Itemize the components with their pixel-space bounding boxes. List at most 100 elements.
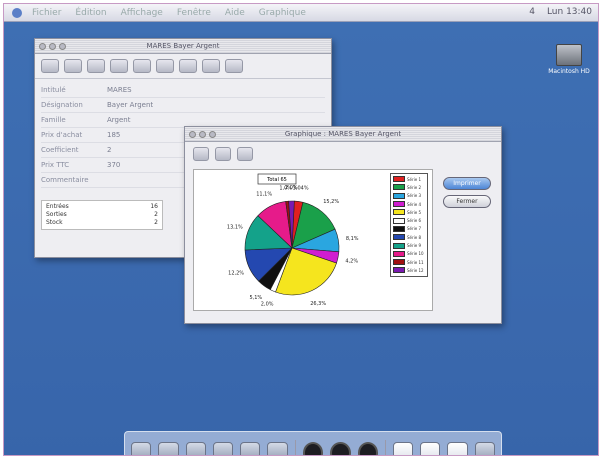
- finder-icon[interactable]: [131, 442, 152, 455]
- graph-window: Graphique : MARES Bayer Argent 3,04% 15,2…: [184, 126, 502, 324]
- legend-swatch: [393, 201, 405, 208]
- slice-data-label: 2,0%: [261, 302, 274, 308]
- legend-item: Série 4: [393, 200, 425, 208]
- field-label: Coefficient: [41, 146, 79, 154]
- search-icon[interactable]: [179, 59, 197, 73]
- close-window-icon[interactable]: [189, 131, 196, 138]
- legend-label: Série 2: [407, 184, 422, 190]
- app-icon-4[interactable]: [267, 442, 288, 455]
- menu-clock[interactable]: Lun 13:40: [547, 7, 592, 17]
- document-icon[interactable]: [392, 442, 414, 455]
- menu-status[interactable]: 4: [529, 7, 535, 17]
- slice-data-label: 12,2%: [228, 270, 244, 276]
- list-icon[interactable]: [202, 59, 220, 73]
- next-record-icon[interactable]: [87, 59, 105, 73]
- menu-extras: 4 Lun 13:40: [529, 7, 592, 17]
- legend-label: Série 11: [407, 259, 424, 265]
- record-toolbar: [35, 54, 331, 79]
- print-icon[interactable]: [156, 59, 174, 73]
- menu-view[interactable]: Affichage: [121, 8, 163, 18]
- stat-value: 16: [150, 203, 158, 210]
- field-label: Famille: [41, 116, 66, 124]
- first-record-icon[interactable]: [41, 59, 59, 73]
- stat-label: Stock: [46, 219, 63, 226]
- graph-window-titlebar[interactable]: Graphique : MARES Bayer Argent: [185, 127, 501, 142]
- legend-swatch: [393, 242, 405, 249]
- graph-window-title: Graphique : MARES Bayer Argent: [284, 130, 402, 138]
- previous-record-icon[interactable]: [64, 59, 82, 73]
- stat-row: Stock 2: [46, 219, 158, 227]
- slice-data-label: 15,2%: [323, 199, 339, 205]
- down-arrow-icon[interactable]: [357, 442, 378, 455]
- bar-chart-icon[interactable]: [193, 147, 209, 161]
- apple-menu-icon[interactable]: [12, 7, 22, 18]
- app-icon-2[interactable]: [185, 442, 206, 455]
- zoom-window-icon[interactable]: [209, 131, 216, 138]
- legend-item: Série 1: [393, 175, 425, 183]
- menu-bar: Fichier Édition Affichage Fenêtre Aide G…: [4, 4, 598, 22]
- pie-chart: 3,04%15,2%8,1%4,2%26,3%2,0%5,1%12,2%13,1…: [227, 173, 359, 308]
- chart-area: 3,04% 15,2% 8,1% 4,2% 26,3% 2,0% 5,1% 12,2% 13,1…: [193, 169, 433, 311]
- help-icon[interactable]: [225, 59, 243, 73]
- minimize-window-icon[interactable]: [199, 131, 206, 138]
- field-label: Désignation: [41, 101, 83, 109]
- last-record-icon[interactable]: [110, 59, 128, 73]
- legend-swatch: [393, 176, 405, 183]
- legend-label: Série 3: [407, 193, 422, 199]
- down-arrow-icon[interactable]: [330, 442, 351, 455]
- field-value[interactable]: Argent: [101, 116, 325, 124]
- slice-data-label: 8,1%: [346, 236, 359, 242]
- zoom-window-icon[interactable]: [59, 43, 66, 50]
- stat-value: 2: [154, 211, 158, 218]
- legend-item: Série 6: [393, 216, 425, 224]
- slice-data-label: 26,3%: [310, 301, 326, 307]
- stat-label: Sorties: [46, 211, 67, 218]
- legend-label: Série 5: [407, 209, 422, 215]
- desktop: Macintosh HD MARES Bayer Argent Intitulé…: [4, 22, 598, 455]
- document-icon[interactable]: [420, 442, 441, 455]
- field-value[interactable]: MARES: [101, 86, 325, 94]
- legend-label: Série 4: [407, 201, 422, 207]
- menu-window[interactable]: Fenêtre: [177, 8, 211, 18]
- field-label: Commentaire: [41, 176, 89, 184]
- hard-disk[interactable]: Macintosh HD: [547, 44, 591, 75]
- menu-edit[interactable]: Édition: [75, 8, 106, 18]
- legend-swatch: [393, 209, 405, 216]
- print-button[interactable]: Imprimer: [443, 177, 491, 190]
- legend-item: Série 7: [393, 225, 425, 233]
- hard-disk-icon[interactable]: [556, 44, 582, 66]
- menu-file[interactable]: Fichier: [32, 8, 61, 18]
- legend-swatch: [393, 250, 405, 257]
- record-window-title: MARES Bayer Argent: [146, 42, 220, 50]
- slice-data-label: 5,1%: [249, 295, 262, 301]
- dock: [124, 431, 502, 455]
- menu-chart[interactable]: Graphique: [259, 8, 306, 18]
- total-callout: Total 65: [266, 177, 287, 183]
- app-icon-1[interactable]: [158, 442, 179, 455]
- trash-icon[interactable]: [474, 442, 495, 455]
- record-window-titlebar[interactable]: MARES Bayer Argent: [35, 39, 331, 54]
- field-value[interactable]: Bayer Argent: [101, 101, 325, 109]
- hard-disk-label[interactable]: Macintosh HD: [547, 68, 591, 75]
- legend-swatch: [393, 267, 405, 274]
- legend-swatch: [393, 192, 405, 199]
- pie-chart-icon[interactable]: [237, 147, 253, 161]
- menu-help[interactable]: Aide: [225, 8, 245, 18]
- legend-item: Série 12: [393, 266, 425, 274]
- minimize-window-icon[interactable]: [49, 43, 56, 50]
- legend-item: Série 3: [393, 192, 425, 200]
- legend-label: Série 10: [407, 251, 424, 257]
- down-arrow-icon[interactable]: [302, 442, 324, 455]
- folder-icon[interactable]: [447, 442, 468, 455]
- close-button[interactable]: Fermer: [443, 195, 491, 208]
- app-icon-3[interactable]: [240, 442, 261, 455]
- field-label: Intitulé: [41, 86, 66, 94]
- close-window-icon[interactable]: [39, 43, 46, 50]
- graph-toolbar: [185, 142, 501, 166]
- system-prefs-icon[interactable]: [212, 442, 234, 455]
- legend-item: Série 8: [393, 233, 425, 241]
- line-chart-icon[interactable]: [215, 147, 231, 161]
- chart-icon[interactable]: [133, 59, 151, 73]
- legend-swatch: [393, 259, 405, 266]
- stat-label: Entrées: [46, 203, 69, 210]
